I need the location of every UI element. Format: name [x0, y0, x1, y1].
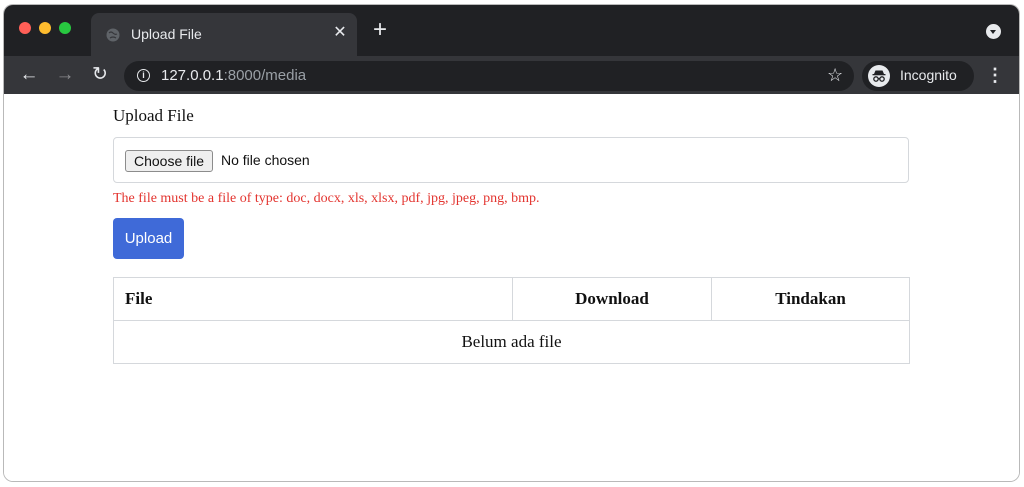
url-text: 127.0.0.1:8000/media [161, 67, 306, 84]
minimize-window-icon[interactable] [39, 22, 51, 34]
table-row: Belum ada file [113, 320, 910, 364]
close-window-icon[interactable] [19, 22, 31, 34]
table-header-row: File Download Tindakan [113, 277, 910, 321]
tab-title: Upload File [131, 26, 202, 42]
globe-icon [106, 28, 120, 42]
choose-file-button[interactable]: Choose file [125, 150, 214, 172]
tab-upload-file[interactable]: Upload File ✕ [91, 13, 357, 56]
site-info-icon[interactable]: i [137, 69, 150, 82]
tab-search-icon[interactable] [986, 24, 1001, 39]
browser-toolbar: ← → ↻ i 127.0.0.1:8000/media ☆ Incognito… [4, 56, 1019, 94]
incognito-icon [868, 65, 890, 87]
files-table: File Download Tindakan Belum ada file [113, 277, 910, 364]
file-status-text: No file chosen [221, 152, 310, 168]
tab-strip: Upload File ✕ + [4, 5, 1019, 56]
validation-error: The file must be a file of type: doc, do… [113, 191, 540, 206]
url-path: :8000/media [223, 67, 307, 84]
kebab-menu-icon[interactable]: ⋮ [986, 65, 1004, 85]
incognito-label: Incognito [900, 67, 957, 83]
incognito-badge[interactable]: Incognito [862, 61, 974, 91]
back-arrow-icon[interactable]: ← [18, 64, 40, 86]
url-host: 127.0.0.1 [161, 67, 224, 84]
column-header-download: Download [512, 277, 712, 321]
new-tab-icon[interactable]: + [370, 18, 390, 42]
maximize-window-icon[interactable] [59, 22, 71, 34]
column-header-actions: Tindakan [711, 277, 910, 321]
file-input[interactable]: Choose file No file chosen [113, 137, 909, 183]
page-content: Upload File Choose file No file chosen T… [4, 94, 1019, 481]
close-tab-icon[interactable]: ✕ [331, 24, 349, 42]
upload-button[interactable]: Upload [113, 218, 184, 259]
empty-state-text: Belum ada file [113, 320, 910, 364]
bookmark-star-icon[interactable]: ☆ [827, 65, 843, 86]
page-title: Upload File [113, 106, 194, 125]
address-bar[interactable]: i 127.0.0.1:8000/media ☆ [124, 61, 854, 91]
forward-arrow-icon[interactable]: → [54, 64, 76, 86]
reload-icon[interactable]: ↻ [89, 64, 111, 86]
browser-window: Upload File ✕ + ← → ↻ i 127.0.0.1:8000/m… [4, 5, 1019, 481]
column-header-file: File [113, 277, 513, 321]
